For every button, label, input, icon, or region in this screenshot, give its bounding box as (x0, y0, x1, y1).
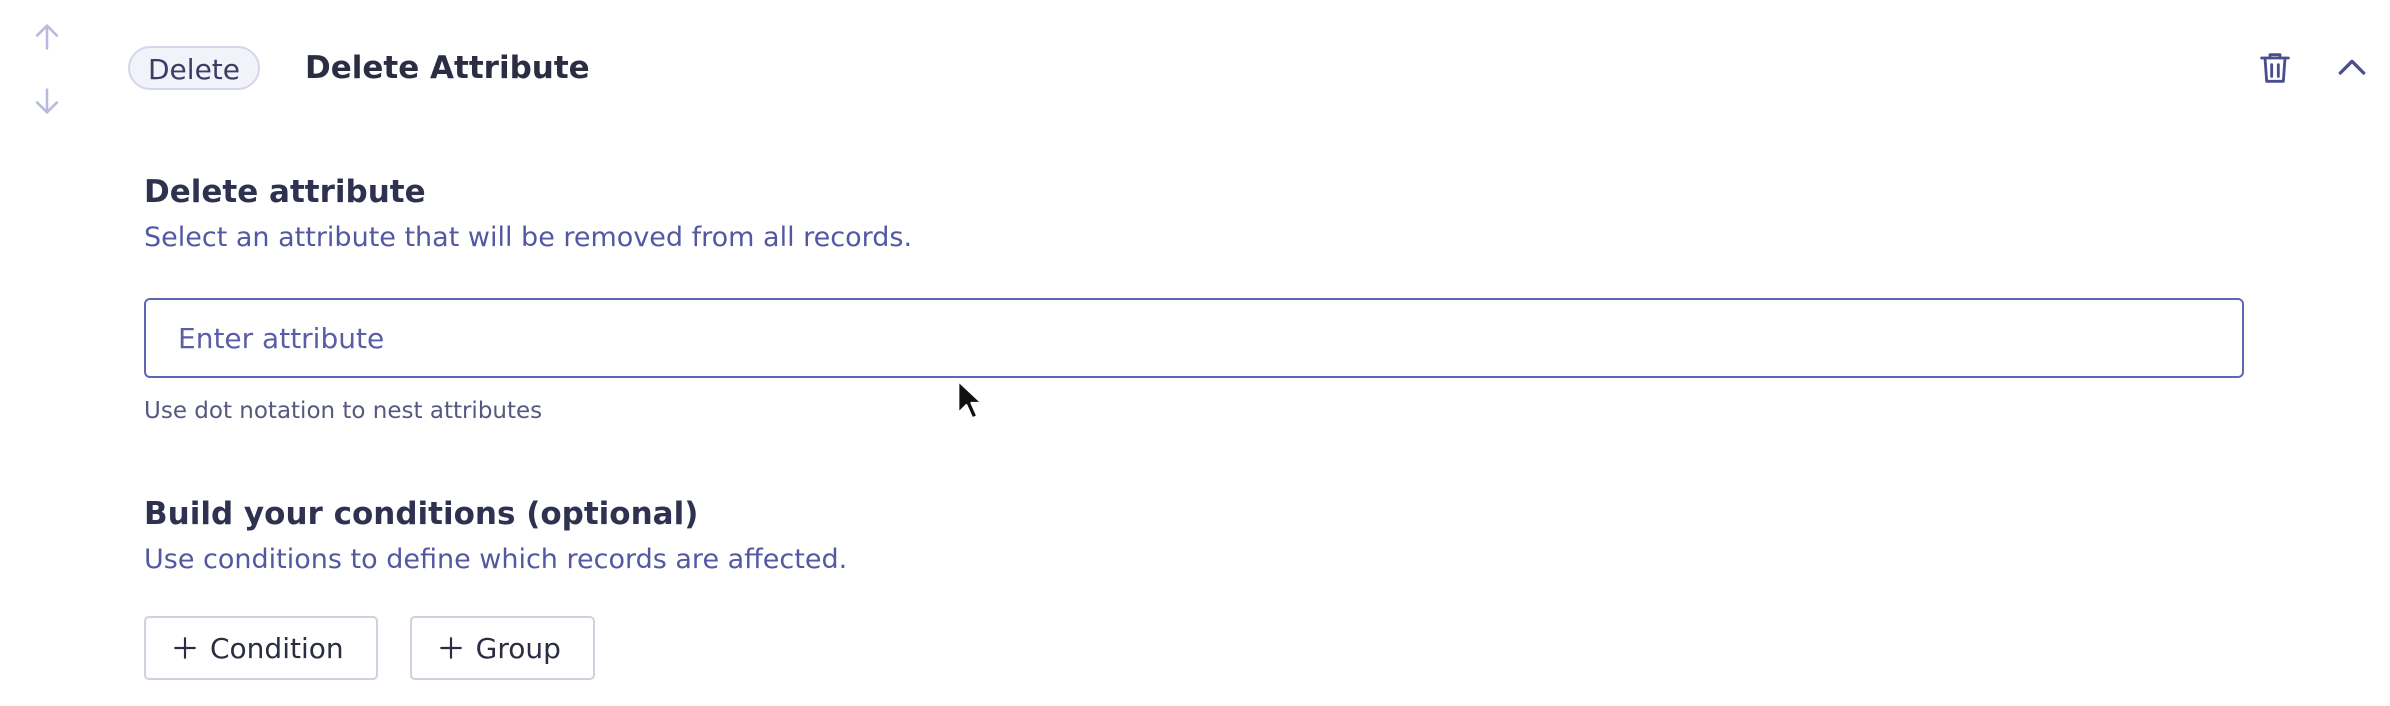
delete-step-button[interactable] (2255, 48, 2295, 88)
step-title: Delete Attribute (305, 50, 590, 86)
step-reorder-controls (30, 20, 66, 148)
step-type-badge: Delete (128, 46, 260, 90)
add-condition-button[interactable]: Condition (144, 616, 378, 680)
attribute-help-text: Use dot notation to nest attributes (144, 398, 543, 424)
collapse-step-button[interactable] (2332, 48, 2372, 88)
step-body: Delete attribute Select an attribute tha… (144, 168, 2244, 680)
add-condition-label: Condition (210, 631, 344, 665)
attribute-section: Delete attribute Select an attribute tha… (144, 168, 2244, 428)
add-group-label: Group (475, 631, 561, 665)
attribute-input[interactable] (144, 298, 2244, 378)
step-header: Delete Delete Attribute (128, 46, 2390, 96)
plus-icon (172, 635, 198, 661)
attribute-section-title: Delete attribute (144, 174, 426, 210)
chevron-up-icon (2338, 59, 2366, 75)
add-group-button[interactable]: Group (409, 616, 595, 680)
conditions-button-row: Condition Group (144, 616, 2244, 680)
plus-icon (438, 635, 464, 661)
conditions-section-description: Use conditions to define which records a… (144, 544, 848, 575)
attribute-section-description: Select an attribute that will be removed… (144, 222, 913, 253)
arrow-up-icon[interactable] (30, 20, 64, 54)
trash-icon (2260, 53, 2290, 83)
conditions-section: Build your conditions (optional) Use con… (144, 490, 2244, 680)
arrow-down-icon[interactable] (30, 84, 64, 118)
conditions-section-title: Build your conditions (optional) (144, 496, 699, 532)
